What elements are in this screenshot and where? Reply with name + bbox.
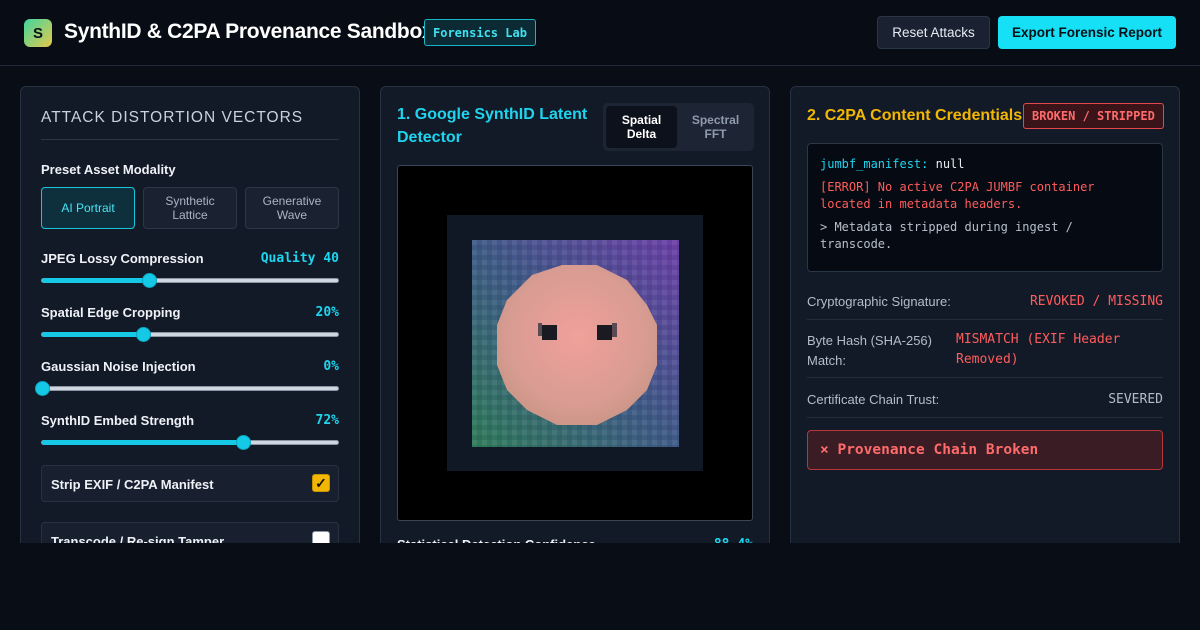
edge-cropping-slider[interactable] xyxy=(41,327,339,342)
edge-cropping-value: 20% xyxy=(315,305,339,320)
c2pa-status-badge: BROKEN / STRIPPED xyxy=(1023,103,1164,129)
slider-thumb[interactable] xyxy=(141,273,157,288)
jpeg-compression-value: Quality 40 xyxy=(260,251,339,266)
modality-synthetic-lattice-button[interactable]: Synthetic Lattice xyxy=(143,187,237,229)
app-logo: S xyxy=(24,19,52,47)
embed-strength-slider[interactable] xyxy=(41,435,339,450)
divider xyxy=(41,139,339,140)
forensics-lab-badge: Forensics Lab xyxy=(424,19,536,46)
cert-chain-label: Certificate Chain Trust: xyxy=(807,392,940,407)
ai-portrait-preview xyxy=(472,240,679,447)
jpeg-compression-label: JPEG Lossy Compression xyxy=(41,251,204,266)
modality-ai-portrait-button[interactable]: AI Portrait xyxy=(41,187,135,229)
divider xyxy=(807,377,1163,378)
divider xyxy=(807,319,1163,320)
app-title: SynthID & C2PA Provenance Sandbox xyxy=(64,20,434,43)
modality-generative-wave-button[interactable]: Generative Wave xyxy=(245,187,339,229)
strip-exif-label: Strip EXIF / C2PA Manifest xyxy=(51,477,214,492)
manifest-console: jumbf_manifest: null [ERROR] No active C… xyxy=(807,143,1163,272)
slider-thumb[interactable] xyxy=(35,381,50,396)
detector-canvas xyxy=(397,165,753,521)
left-eye xyxy=(542,325,557,340)
signature-value: REVOKED / MISSING xyxy=(1029,294,1163,309)
synthid-detector-panel: 1. Google SynthID Latent Detector Spatia… xyxy=(380,86,770,556)
view-spatial-delta-button[interactable]: Spatial Delta xyxy=(606,106,677,148)
view-mode-toggle: Spatial Delta Spectral FFT xyxy=(603,103,754,151)
slider-fill xyxy=(42,278,149,283)
attack-panel-title: ATTACK DISTORTION VECTORS xyxy=(41,109,304,126)
right-eye xyxy=(597,325,612,340)
modality-label: Preset Asset Modality xyxy=(41,162,176,177)
cert-chain-value: SEVERED xyxy=(1108,392,1163,407)
slider-fill xyxy=(42,332,143,337)
c2pa-panel: 2. C2PA Content Credentials BROKEN / STR… xyxy=(790,86,1180,556)
page-fold xyxy=(0,543,1200,630)
console-key: jumbf_manifest: xyxy=(820,157,929,171)
detector-title: 1. Google SynthID Latent Detector xyxy=(397,106,588,146)
byte-hash-value: MISMATCH (EXIF Header Removed) xyxy=(956,332,1121,367)
strip-exif-checkbox[interactable]: ✓ xyxy=(312,474,330,492)
console-error: [ERROR] No active C2PA JUMBF container l… xyxy=(820,180,1095,211)
edge-cropping-label: Spatial Edge Cropping xyxy=(41,305,181,320)
divider xyxy=(807,417,1163,418)
asset-frame xyxy=(447,215,703,471)
signature-label: Cryptographic Signature: xyxy=(807,294,951,309)
reset-attacks-button[interactable]: Reset Attacks xyxy=(877,16,990,49)
embed-strength-label: SynthID Embed Strength xyxy=(41,413,195,428)
gaussian-noise-label: Gaussian Noise Injection xyxy=(41,359,196,374)
provenance-alert: × Provenance Chain Broken xyxy=(807,430,1163,470)
gaussian-noise-slider[interactable] xyxy=(35,381,339,396)
face-shape xyxy=(497,265,657,425)
gaussian-noise-value: 0% xyxy=(323,359,339,374)
slider-thumb[interactable] xyxy=(236,435,252,450)
slider-fill xyxy=(42,440,244,445)
jpeg-compression-slider[interactable] xyxy=(41,273,339,288)
attack-panel: ATTACK DISTORTION VECTORS Preset Asset M… xyxy=(20,86,360,556)
strip-exif-toggle-row[interactable]: Strip EXIF / C2PA Manifest ✓ xyxy=(41,465,339,502)
console-key-value: null xyxy=(935,157,965,171)
close-icon: × xyxy=(820,442,829,458)
app-header: S SynthID & C2PA Provenance Sandbox Fore… xyxy=(0,0,1200,66)
export-report-button[interactable]: Export Forensic Report xyxy=(998,16,1176,49)
provenance-alert-text: Provenance Chain Broken xyxy=(837,442,1039,458)
c2pa-title: 2. C2PA Content Credentials xyxy=(807,107,1023,124)
embed-strength-value: 72% xyxy=(315,413,339,428)
slider-thumb[interactable] xyxy=(135,327,151,342)
byte-hash-label: Byte Hash (SHA-256) Match: xyxy=(807,333,932,368)
view-spectral-fft-button[interactable]: Spectral FFT xyxy=(680,106,751,148)
console-note: > Metadata stripped during ingest / tran… xyxy=(820,220,1073,251)
